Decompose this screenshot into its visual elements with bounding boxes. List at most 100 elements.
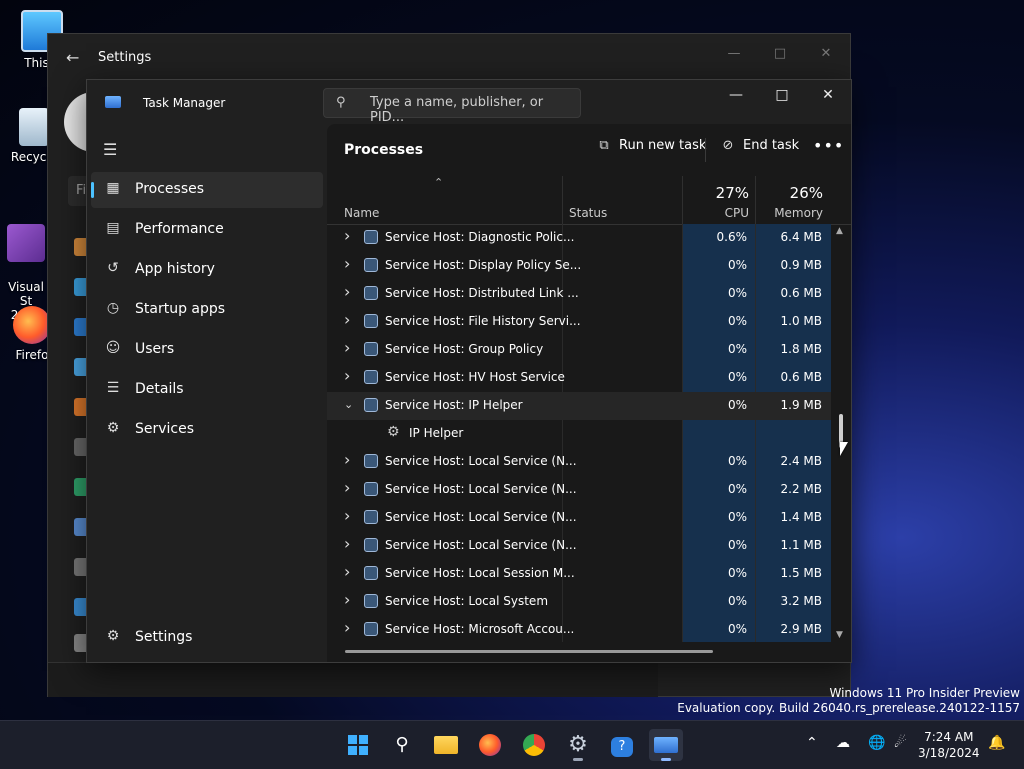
- table-row[interactable]: ⌄ Service Host: IP Helper 0% 1.9 MB: [327, 392, 831, 420]
- chevron-right-icon[interactable]: ›: [344, 338, 350, 357]
- table-row[interactable]: › Service Host: Local Session M... 0% 1.5 M…: [327, 560, 831, 588]
- run-new-task-button[interactable]: ⧉ Run new task: [595, 138, 706, 162]
- chevron-right-icon[interactable]: ›: [344, 562, 350, 581]
- nav-settings[interactable]: ⚙ Settings: [91, 620, 323, 656]
- table-row[interactable]: › Service Host: HV Host Service 0% 0.6 MB: [327, 364, 831, 392]
- show-hidden-icons-chevron-icon[interactable]: ⌃: [806, 735, 818, 751]
- nav-services[interactable]: ⚙ Services: [91, 412, 323, 448]
- desktop-icon-firefox[interactable]: Firefo: [12, 306, 52, 362]
- service-host-icon: [364, 398, 378, 412]
- onedrive-icon[interactable]: ☁: [836, 735, 850, 751]
- system-clock[interactable]: 7:24 AM 3/18/2024: [918, 729, 980, 761]
- chevron-right-icon[interactable]: ›: [344, 254, 350, 273]
- chevron-right-icon[interactable]: ›: [344, 618, 350, 637]
- chevron-right-icon[interactable]: ›: [344, 478, 350, 497]
- processes-grid-icon: ▦: [106, 180, 120, 196]
- task-manager-taskbar-button[interactable]: [649, 729, 683, 761]
- table-row[interactable]: › Service Host: Group Policy 0% 1.8 MB: [327, 336, 831, 364]
- nav-details[interactable]: ☰ Details: [91, 372, 323, 408]
- service-host-icon: [364, 510, 378, 524]
- process-name: Service Host: Local Service (N...: [385, 510, 577, 524]
- table-row[interactable]: › Service Host: Local Service (N... 0% 1.1 …: [327, 532, 831, 560]
- memory-value: 1.4 MB: [780, 510, 822, 524]
- minimize-icon[interactable]: —: [711, 40, 757, 68]
- minimize-button[interactable]: —: [713, 80, 759, 110]
- volume-muted-icon[interactable]: ☄: [894, 735, 907, 751]
- column-divider: [562, 176, 563, 224]
- cpu-value: 0%: [727, 370, 747, 384]
- nav-performance[interactable]: ▤ Performance: [91, 212, 323, 248]
- column-memory[interactable]: Memory: [774, 206, 823, 220]
- chevron-right-icon[interactable]: ›: [344, 366, 350, 385]
- nav-app-history[interactable]: ↺ App history: [91, 252, 323, 288]
- get-help-taskbar-button[interactable]: ?: [605, 729, 639, 761]
- start-button[interactable]: [341, 729, 375, 761]
- service-host-icon: [364, 370, 378, 384]
- table-row[interactable]: › Service Host: Distributed Link ... 0% 0.6…: [327, 280, 831, 308]
- nav-processes[interactable]: ▦ Processes: [91, 172, 323, 208]
- table-row[interactable]: › Service Host: Local Service (N... 0% 2.2 …: [327, 476, 831, 504]
- hamburger-menu-icon[interactable]: ☰: [103, 140, 117, 159]
- chevron-right-icon[interactable]: ›: [344, 590, 350, 609]
- column-cpu[interactable]: CPU: [725, 206, 749, 220]
- table-row[interactable]: › Service Host: Microsoft Accou... 0% 2.9 M…: [327, 616, 831, 642]
- close-icon[interactable]: ✕: [803, 40, 849, 68]
- chevron-down-icon[interactable]: ⌄: [344, 398, 353, 411]
- memory-value: 2.2 MB: [780, 482, 822, 496]
- chrome-taskbar-button[interactable]: [517, 729, 551, 761]
- chevron-right-icon[interactable]: ›: [344, 310, 350, 329]
- process-name: Service Host: Distributed Link ...: [385, 286, 579, 300]
- chevron-right-icon[interactable]: ›: [344, 534, 350, 553]
- nav-startup-apps[interactable]: ◷ Startup apps: [91, 292, 323, 328]
- chevron-right-icon[interactable]: ›: [344, 506, 350, 525]
- process-name: Service Host: Display Policy Se...: [385, 258, 582, 272]
- memory-value: 0.6 MB: [780, 370, 822, 384]
- column-name[interactable]: Name: [344, 206, 379, 220]
- scroll-up-arrow-icon[interactable]: ▲: [836, 226, 843, 236]
- process-name: Service Host: IP Helper: [385, 398, 523, 412]
- table-row[interactable]: › Service Host: Local Service (N... 0% 2.4 …: [327, 448, 831, 476]
- visual-studio-icon: [7, 224, 45, 262]
- search-input[interactable]: ⚲ Type a name, publisher, or PID...: [323, 88, 581, 125]
- cpu-value: 0%: [727, 566, 747, 580]
- vertical-scrollbar[interactable]: ▲ ▼: [835, 224, 847, 642]
- memory-value: 3.2 MB: [780, 594, 822, 608]
- service-host-icon: [364, 454, 378, 468]
- file-explorer-button[interactable]: [429, 729, 463, 761]
- close-button[interactable]: ✕: [805, 80, 851, 110]
- horizontal-scrollbar[interactable]: [345, 650, 713, 653]
- nav-users[interactable]: ☺ Users: [91, 332, 323, 368]
- more-options-icon[interactable]: •••: [813, 136, 844, 155]
- service-child-row[interactable]: ⚙ IP Helper: [327, 420, 831, 448]
- table-row[interactable]: › Service Host: Diagnostic Polic... 0.6% 6.…: [327, 224, 831, 252]
- cpu-total-percent: 27%: [715, 184, 749, 202]
- end-task-button[interactable]: ⊘ End task: [719, 138, 800, 162]
- table-row[interactable]: › Service Host: Local System 0% 3.2 MB: [327, 588, 831, 616]
- cpu-value: 0%: [727, 622, 747, 636]
- search-icon: ⚲: [336, 95, 346, 110]
- chevron-right-icon[interactable]: ›: [344, 226, 350, 245]
- notification-bell-icon[interactable]: 🔔: [988, 735, 1005, 751]
- process-name: Service Host: Local Service (N...: [385, 482, 577, 496]
- table-row[interactable]: › Service Host: Local Service (N... 0% 1.4 …: [327, 504, 831, 532]
- task-manager-app-icon: [105, 96, 121, 108]
- service-host-icon: [364, 622, 378, 636]
- table-row[interactable]: › Service Host: Display Policy Se... 0% 0.9…: [327, 252, 831, 280]
- network-globe-icon[interactable]: 🌐: [868, 735, 885, 751]
- column-status[interactable]: Status: [569, 206, 607, 220]
- firefox-icon: [13, 306, 51, 344]
- chevron-right-icon[interactable]: ›: [344, 450, 350, 469]
- sort-up-icon: ⌃: [434, 176, 444, 189]
- chevron-right-icon[interactable]: ›: [344, 282, 350, 301]
- maximize-icon[interactable]: □: [757, 40, 803, 68]
- search-taskbar-button[interactable]: ⚲: [385, 729, 419, 761]
- title-bar[interactable]: Task Manager ⚲ Type a name, publisher, o…: [87, 80, 851, 125]
- nav-label: Performance: [135, 221, 224, 237]
- firefox-taskbar-button[interactable]: [473, 729, 507, 761]
- back-arrow-icon[interactable]: ←: [66, 48, 79, 67]
- table-row[interactable]: › Service Host: File History Servi... 0% 1.…: [327, 308, 831, 336]
- scroll-down-arrow-icon[interactable]: ▼: [836, 630, 843, 640]
- nav-label: Startup apps: [135, 301, 226, 317]
- maximize-button[interactable]: □: [759, 80, 805, 110]
- settings-taskbar-button[interactable]: ⚙: [561, 729, 595, 761]
